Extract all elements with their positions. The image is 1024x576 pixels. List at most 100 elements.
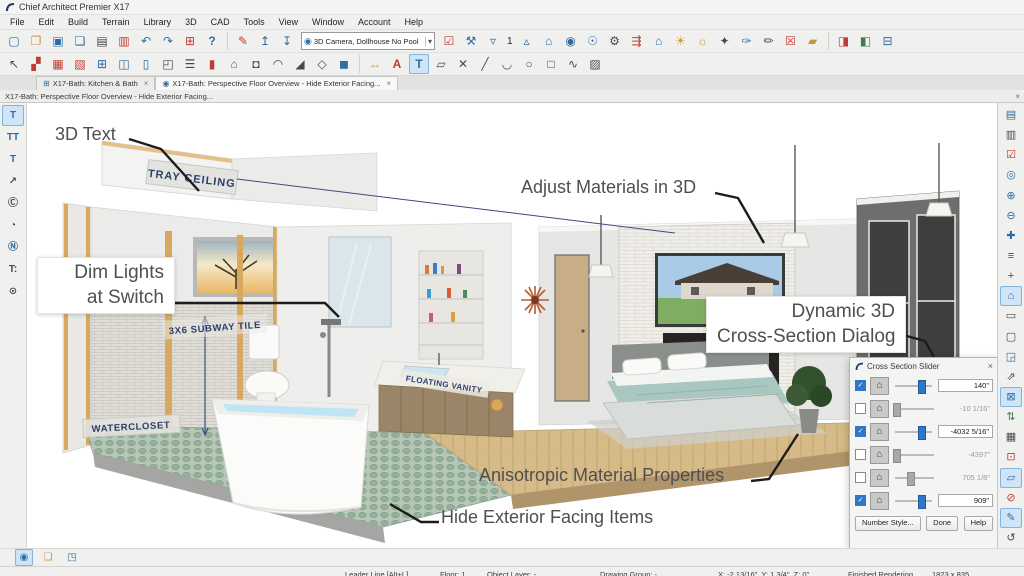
slider-handle[interactable] bbox=[918, 380, 926, 394]
section-checkbox[interactable]: ✓ bbox=[855, 449, 866, 460]
print-preview-icon[interactable]: ▥ bbox=[114, 31, 134, 51]
material-edit-icon[interactable]: ✎ bbox=[1000, 508, 1022, 528]
menu-build[interactable]: Build bbox=[62, 17, 94, 27]
wall-tool-icon[interactable]: ▞ bbox=[26, 54, 46, 74]
starburst-decor[interactable] bbox=[521, 286, 549, 314]
layer-display-icon[interactable]: ≡ bbox=[1000, 246, 1022, 266]
display-options-icon[interactable]: ⌂ bbox=[1000, 286, 1022, 306]
frame-toggle-icon[interactable]: ▢ bbox=[1000, 327, 1022, 347]
section-value-field[interactable]: 909" bbox=[938, 494, 993, 507]
sunlight-icon[interactable]: ☀ bbox=[671, 31, 691, 51]
new-file-icon[interactable]: ▢ bbox=[4, 31, 24, 51]
active-defaults-icon[interactable]: ☑ bbox=[439, 31, 459, 51]
text-leader-icon[interactable]: ⇗ bbox=[1000, 367, 1022, 387]
tile-windows-icon[interactable]: ⊟ bbox=[878, 31, 898, 51]
menu-window[interactable]: Window bbox=[306, 17, 350, 27]
rich-text-icon[interactable]: TT bbox=[2, 127, 24, 148]
ceiling-plane-icon[interactable]: ◇ bbox=[312, 54, 332, 74]
mouse-orbit-icon[interactable]: ☉ bbox=[583, 31, 603, 51]
railing-tool-icon[interactable]: ▦ bbox=[48, 54, 68, 74]
text-style-tool-icon[interactable]: T bbox=[2, 105, 24, 126]
ruler-toggle-icon[interactable]: ▭ bbox=[1000, 306, 1022, 326]
fill-window-icon[interactable]: ✚ bbox=[1000, 226, 1022, 246]
menu-help[interactable]: Help bbox=[399, 17, 430, 27]
tab-perspective-overview[interactable]: ◉ X17-Bath: Perspective Floor Overview -… bbox=[155, 76, 398, 90]
polyline-defaults-icon[interactable]: ▱ bbox=[1000, 468, 1022, 488]
wall-painting[interactable] bbox=[193, 237, 279, 297]
rect-tool-icon[interactable]: □ bbox=[541, 54, 561, 74]
left-wall[interactable] bbox=[63, 203, 91, 453]
help-icon[interactable]: ? bbox=[202, 31, 222, 51]
text-macro-icon[interactable]: T: bbox=[2, 259, 24, 280]
cabinet-tool-icon[interactable]: ▮ bbox=[202, 54, 222, 74]
camera-history-icon[interactable]: ↺ bbox=[1000, 528, 1022, 548]
leader-line-icon[interactable]: ↗ bbox=[2, 171, 24, 192]
adjust-tools-icon[interactable]: ⚒ bbox=[461, 31, 481, 51]
grid-snap-icon[interactable]: ⊡ bbox=[1000, 447, 1022, 467]
marker-defaults-icon[interactable]: ⊠ bbox=[1000, 387, 1022, 407]
fencing-tool-icon[interactable]: ▧ bbox=[70, 54, 90, 74]
freestanding-tub[interactable] bbox=[212, 399, 369, 514]
undo-icon[interactable]: ↶ bbox=[136, 31, 156, 51]
section-slider[interactable] bbox=[895, 385, 932, 387]
adjust-sunlight-icon[interactable]: ☼ bbox=[693, 31, 713, 51]
section-slider[interactable] bbox=[895, 454, 934, 456]
dialog-close-icon[interactable]: × bbox=[988, 361, 993, 371]
section-value-field[interactable]: -10 1/16" bbox=[940, 403, 993, 414]
print-icon[interactable]: ▤ bbox=[92, 31, 112, 51]
bed[interactable] bbox=[603, 339, 797, 439]
section-slider[interactable] bbox=[895, 431, 932, 433]
walkthrough-icon[interactable]: ⇶ bbox=[627, 31, 647, 51]
material-painter-icon[interactable]: ▰ bbox=[803, 31, 823, 51]
floor-up-icon[interactable]: ▵ bbox=[517, 31, 537, 51]
section-checkbox[interactable]: ✓ bbox=[855, 403, 866, 414]
chevron-down-icon[interactable]: ▾ bbox=[425, 37, 434, 46]
select-arrow-icon[interactable]: ↖ bbox=[4, 54, 24, 74]
menu-library[interactable]: Library bbox=[138, 17, 178, 27]
export-picture-icon[interactable]: ↥ bbox=[255, 31, 275, 51]
stairs-tool-icon[interactable]: ☰ bbox=[180, 54, 200, 74]
project-browser-panel-icon[interactable]: ▥ bbox=[1000, 125, 1022, 145]
section-checkbox[interactable]: ✓ bbox=[855, 426, 866, 437]
redo-icon[interactable]: ↷ bbox=[158, 31, 178, 51]
dimension-tool-icon[interactable]: ↔ bbox=[365, 54, 385, 74]
section-slider[interactable] bbox=[895, 500, 932, 502]
callout-icon[interactable]: Ⓒ bbox=[2, 193, 24, 214]
window-tool-icon[interactable]: ⊞ bbox=[92, 54, 112, 74]
import-picture-icon[interactable]: ↧ bbox=[277, 31, 297, 51]
section-checkbox[interactable]: ✓ bbox=[855, 495, 866, 506]
disable-tool-icon[interactable]: ⊘ bbox=[1000, 488, 1022, 508]
done-button[interactable]: Done bbox=[926, 516, 958, 531]
slider-handle[interactable] bbox=[907, 472, 915, 486]
center-view-icon[interactable]: + bbox=[1000, 266, 1022, 286]
floor-down-icon[interactable]: ▿ bbox=[483, 31, 503, 51]
edit-plan-icon[interactable]: ✎ bbox=[233, 31, 253, 51]
north-pointer-icon[interactable]: Ⓝ bbox=[2, 237, 24, 258]
section-value-field[interactable]: -4397" bbox=[940, 449, 993, 460]
delete-object-icon[interactable]: ☒ bbox=[781, 31, 801, 51]
cad-block-icon[interactable]: ▨ bbox=[585, 54, 605, 74]
dialog-title-bar[interactable]: Cross Section Slider × bbox=[850, 358, 997, 374]
slider-handle[interactable] bbox=[893, 403, 901, 417]
open-file-icon[interactable]: ❐ bbox=[26, 31, 46, 51]
polyline-tool-icon[interactable]: ▱ bbox=[431, 54, 451, 74]
menu-3d[interactable]: 3D bbox=[179, 17, 203, 27]
active-view-settings-icon[interactable]: ☑ bbox=[1000, 145, 1022, 165]
rich-text-tool-icon[interactable]: A bbox=[387, 54, 407, 74]
appliance-tool-icon[interactable]: ◘ bbox=[246, 54, 266, 74]
library-browser-icon[interactable]: ▤ bbox=[1000, 105, 1022, 125]
help-button[interactable]: Help bbox=[964, 516, 993, 531]
section-value-field[interactable]: -4032 5/16" bbox=[938, 425, 993, 438]
close-view-icon[interactable]: × bbox=[1015, 92, 1020, 101]
save-as-icon[interactable]: ❏ bbox=[70, 31, 90, 51]
overview-camera-icon[interactable]: ⌂ bbox=[539, 31, 559, 51]
menu-view[interactable]: View bbox=[273, 17, 304, 27]
section-value-field[interactable]: 705 1/8" bbox=[940, 472, 993, 483]
dollhouse-view-icon[interactable]: ⌂ bbox=[649, 31, 669, 51]
sliding-door-tool-icon[interactable]: ▯ bbox=[136, 54, 156, 74]
annotation-dim-lights[interactable]: Dim Lights at Switch bbox=[37, 257, 175, 314]
menu-terrain[interactable]: Terrain bbox=[96, 17, 136, 27]
number-style-button[interactable]: Number Style... bbox=[855, 516, 921, 531]
slider-handle[interactable] bbox=[893, 449, 901, 463]
roof-tool-icon[interactable]: ◢ bbox=[290, 54, 310, 74]
